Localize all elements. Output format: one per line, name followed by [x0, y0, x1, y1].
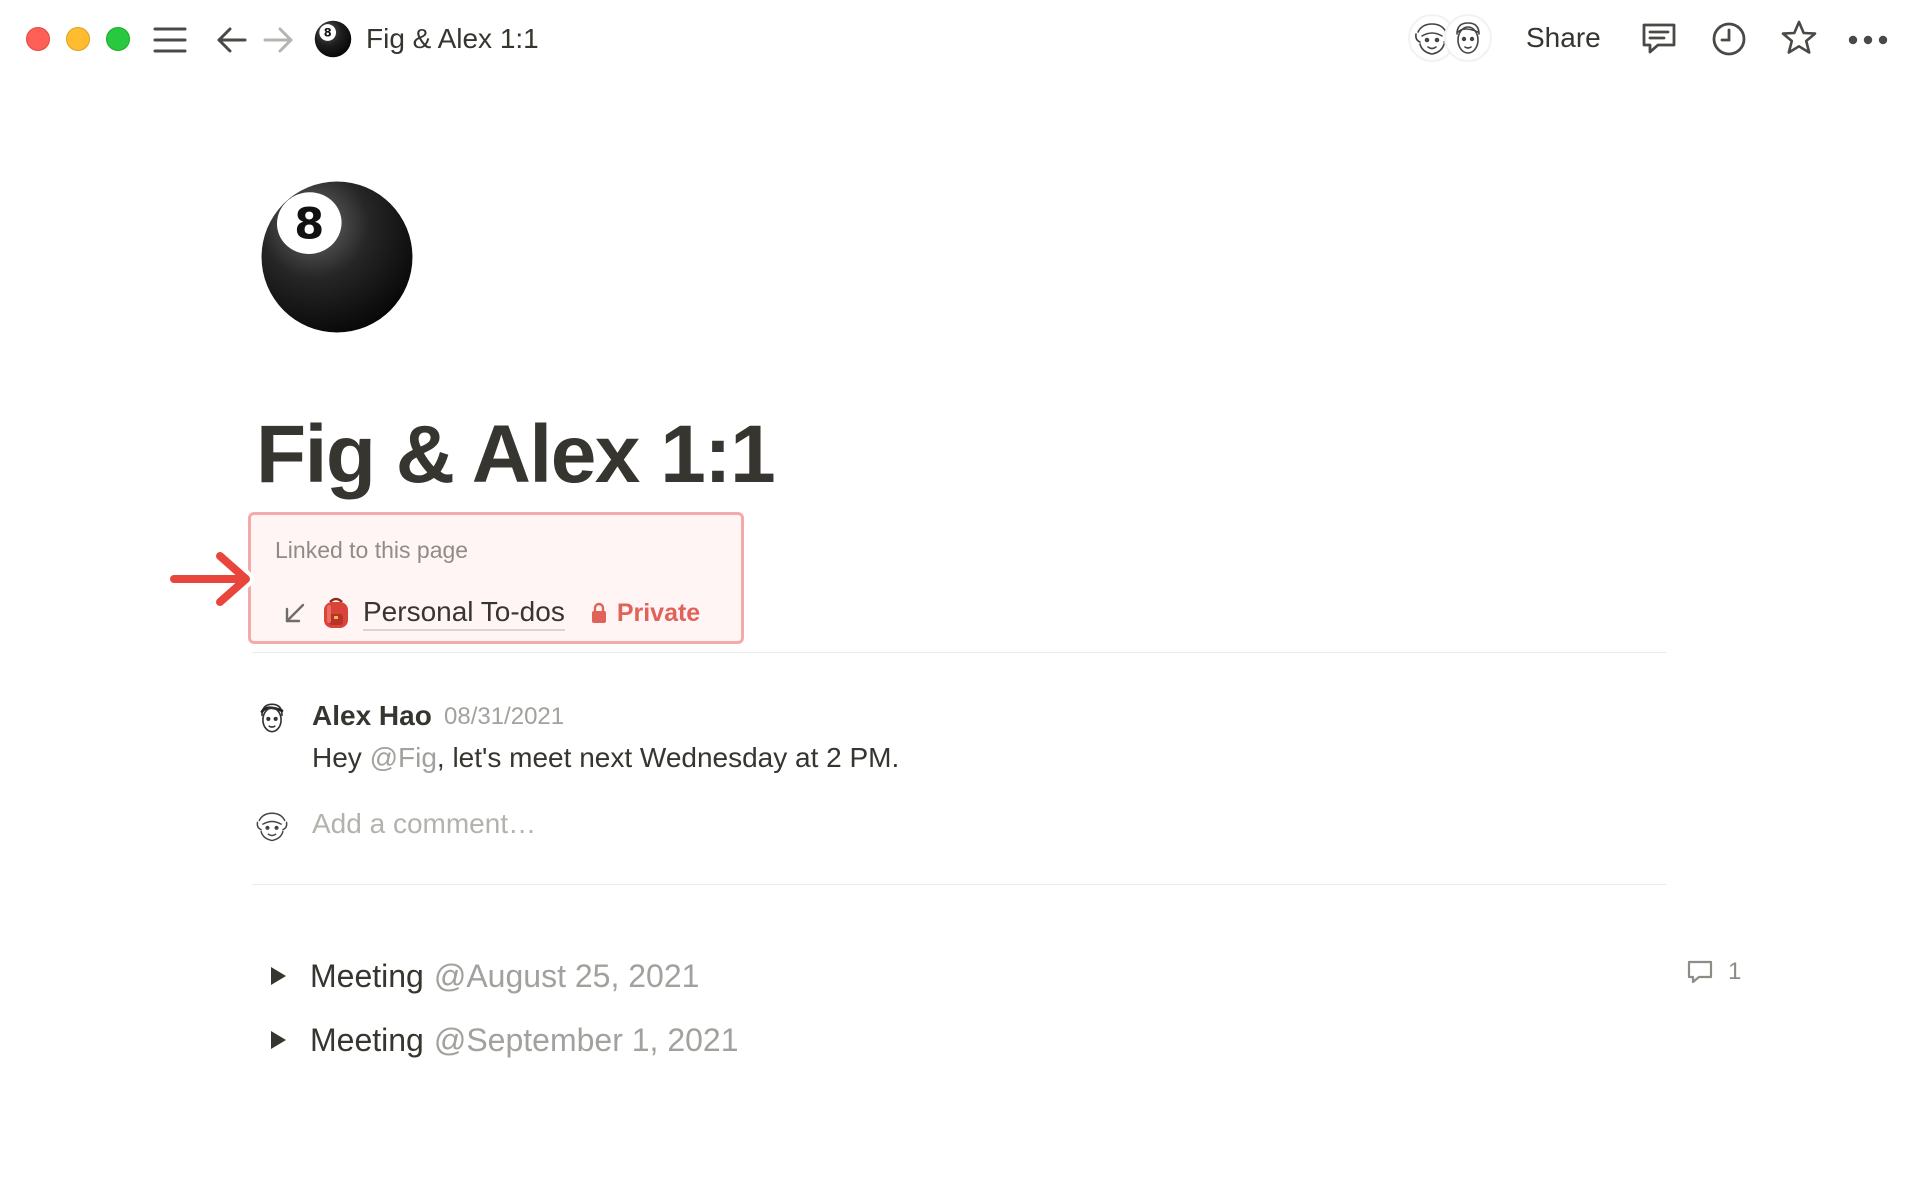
- toggle-label: Meeting: [310, 957, 424, 994]
- comments-icon[interactable]: [1638, 18, 1680, 60]
- user-mention[interactable]: @Fig: [370, 742, 437, 773]
- toggle-triangle-icon[interactable]: [262, 960, 294, 992]
- callout-arrow-icon: [164, 544, 260, 614]
- private-badge: Private: [591, 599, 700, 628]
- history-clock-icon[interactable]: [1708, 18, 1750, 60]
- more-dots-icon[interactable]: [1846, 20, 1890, 60]
- backlink-page-name[interactable]: Personal To-dos: [363, 595, 565, 631]
- comment-date: 08/31/2021: [444, 703, 565, 730]
- breadcrumb-title[interactable]: Fig & Alex 1:1: [366, 19, 539, 59]
- private-label: Private: [616, 598, 701, 627]
- add-comment-input[interactable]: Add a comment…: [312, 806, 536, 842]
- svg-text:8: 8: [294, 200, 324, 250]
- toggle-meeting-2[interactable]: Meeting @September 1, 2021: [262, 1020, 739, 1060]
- share-button[interactable]: Share: [1526, 18, 1601, 58]
- window-minimize-button[interactable]: [66, 27, 90, 51]
- date-mention[interactable]: @September 1, 2021: [434, 1022, 739, 1059]
- comment-text-start: Hey: [312, 742, 370, 773]
- date-mention[interactable]: @August 25, 2021: [434, 958, 700, 995]
- page-icon-eight-ball[interactable]: 8: [260, 180, 414, 334]
- comment-bubble-icon: [1686, 959, 1714, 985]
- page-title[interactable]: Fig & Alex 1:1: [256, 400, 776, 510]
- section-divider: [252, 652, 1666, 653]
- current-user-avatar: [252, 806, 292, 846]
- backlinks-label: Linked to this page: [275, 537, 469, 563]
- favorite-star-icon[interactable]: [1778, 17, 1820, 59]
- comment-author-avatar: [252, 698, 292, 738]
- back-arrow-icon[interactable]: [212, 20, 252, 60]
- comment-count: 1: [1728, 958, 1742, 985]
- comment-author: Alex Hao: [312, 700, 432, 731]
- toggle-triangle-icon[interactable]: [262, 1024, 294, 1056]
- avatar-alex: [1444, 14, 1492, 62]
- lock-icon: [591, 602, 607, 624]
- backlink-arrow-icon: [283, 601, 307, 625]
- svg-text:8: 8: [324, 26, 332, 40]
- forward-arrow-icon[interactable]: [258, 20, 298, 60]
- backpack-icon: [321, 596, 351, 630]
- eight-ball-icon: 8: [314, 20, 352, 58]
- comment-body: Hey @Fig, let's meet next Wednesday at 2…: [312, 740, 899, 776]
- menu-icon[interactable]: [150, 20, 190, 60]
- toggle-meeting-1[interactable]: Meeting @August 25, 2021: [262, 956, 699, 996]
- window-close-button[interactable]: [26, 27, 50, 51]
- comment-count-indicator[interactable]: 1: [1686, 958, 1741, 986]
- window-zoom-button[interactable]: [106, 27, 130, 51]
- collaborator-avatars[interactable]: [1408, 14, 1500, 64]
- comment-text-end: , let's meet next Wednesday at 2 PM.: [436, 742, 900, 773]
- top-bar: 8 Fig & Alex 1:1 Share: [0, 0, 1920, 78]
- backlink-item[interactable]: Personal To-dos Private: [283, 593, 700, 633]
- backlinks-panel: Linked to this page Personal To-dos Priv…: [248, 512, 744, 644]
- section-divider: [252, 884, 1666, 885]
- toggle-label: Meeting: [310, 1021, 424, 1058]
